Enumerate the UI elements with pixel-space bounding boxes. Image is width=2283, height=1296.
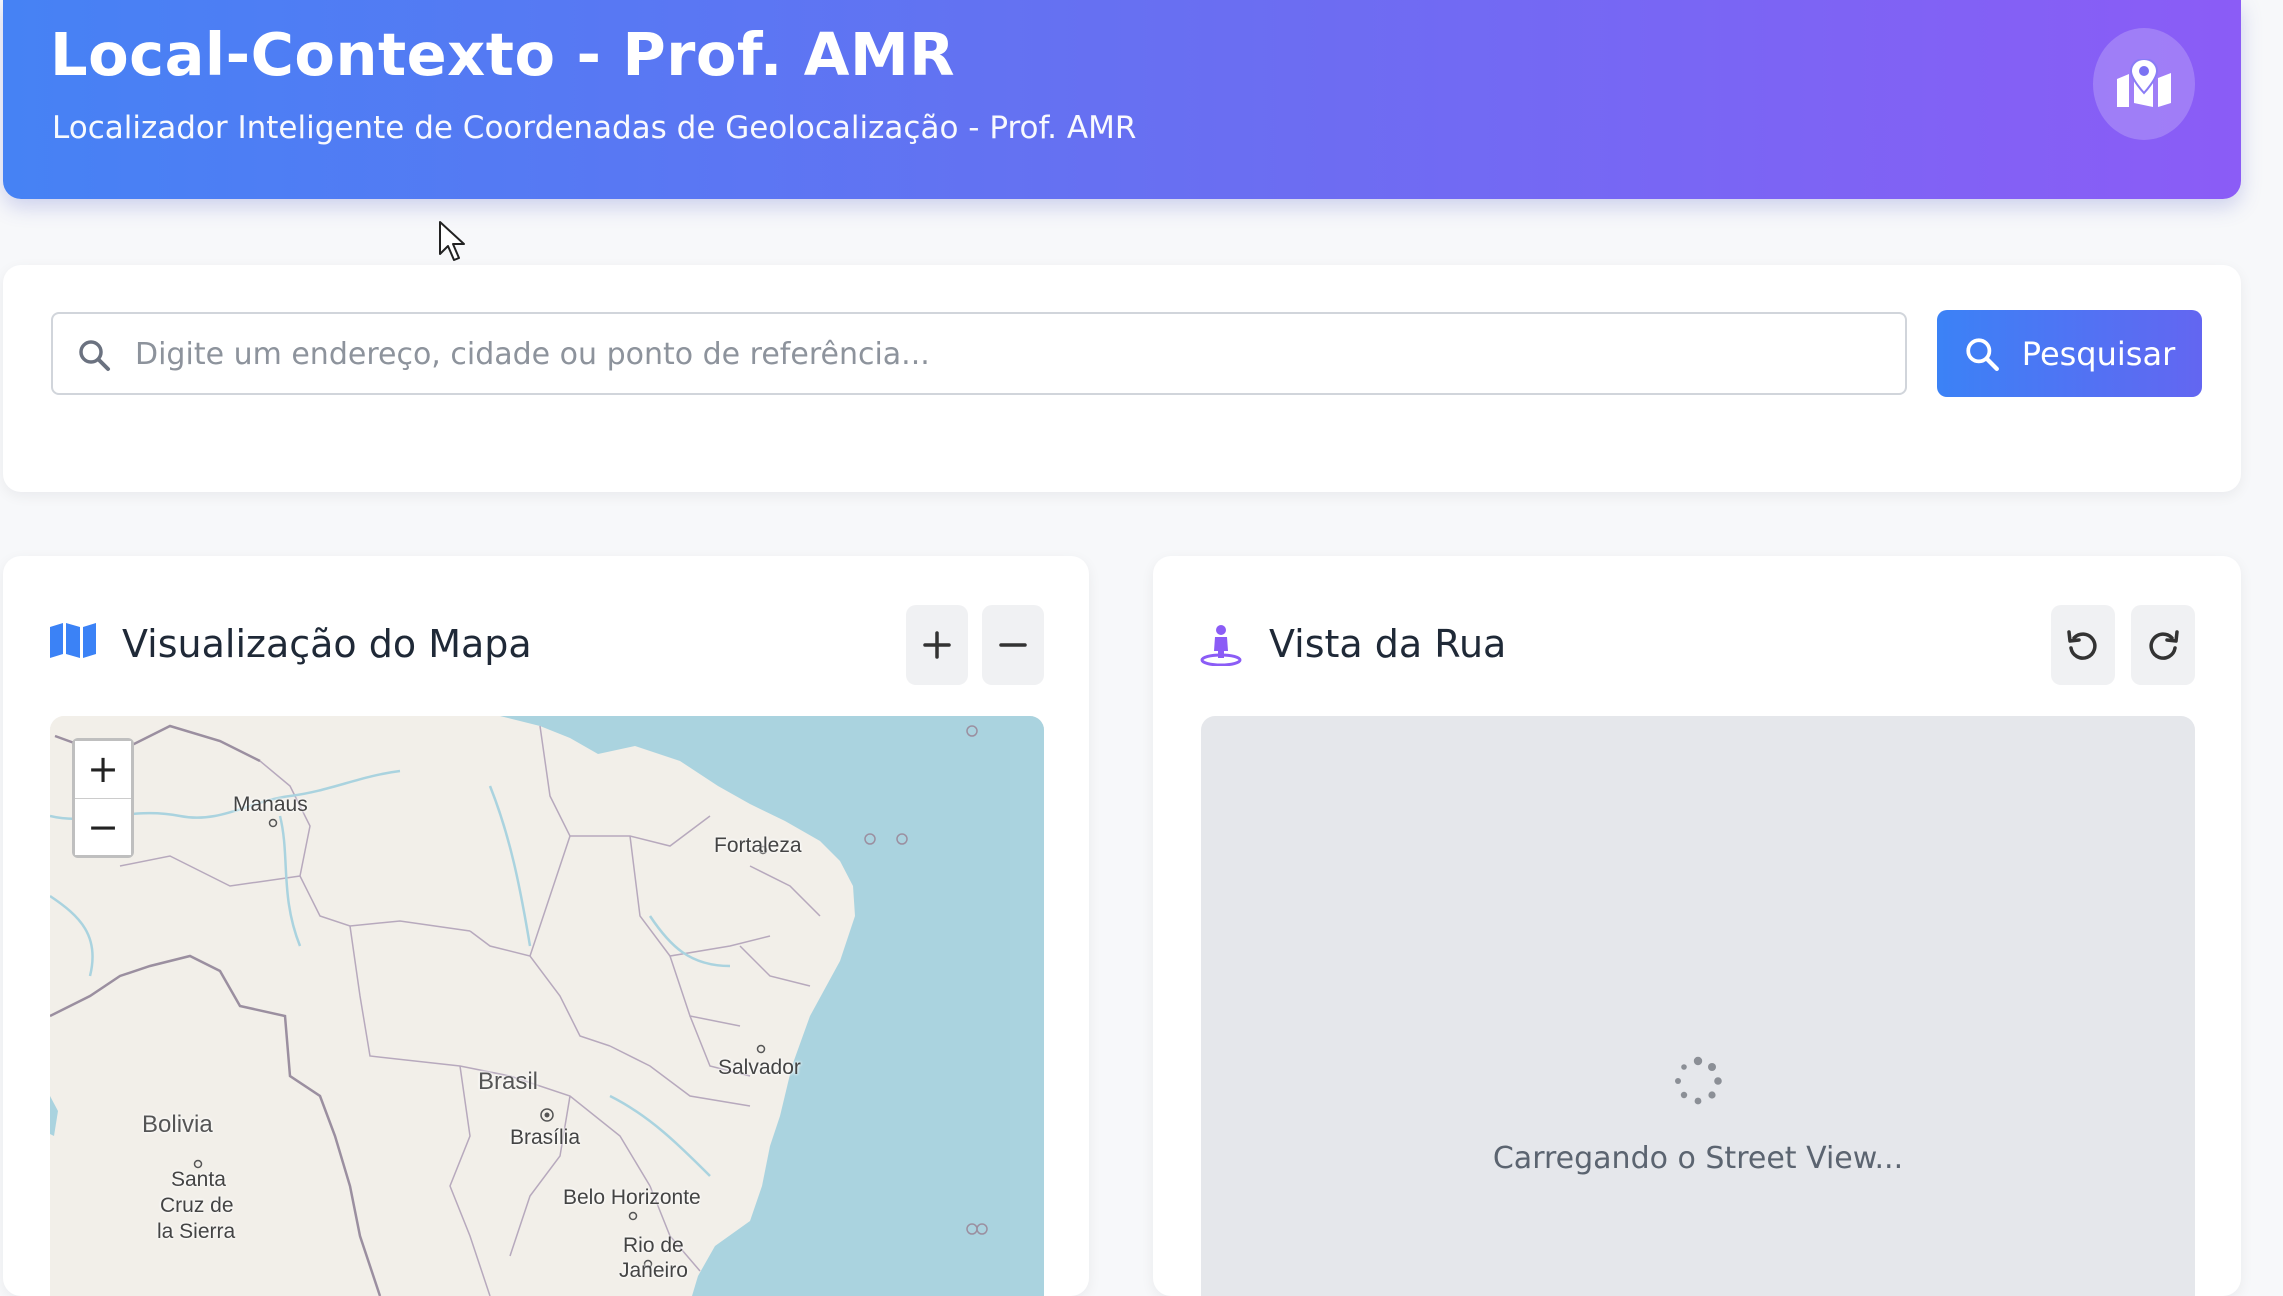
street-view-frame[interactable]: Carregando o Street View... bbox=[1201, 716, 2195, 1296]
map-view[interactable]: + − Manaus Fortaleza Brasil Salvador Bol… bbox=[50, 716, 1044, 1296]
map-label-santa-cruz-1: Santa bbox=[171, 1168, 226, 1191]
street-panel-title: Vista da Rua bbox=[1269, 622, 1507, 666]
search-icon bbox=[1966, 337, 1999, 371]
search-icon bbox=[79, 340, 110, 371]
search-button-label: Pesquisar bbox=[2021, 334, 2176, 373]
map-panel-header: Visualização do Mapa bbox=[3, 556, 1089, 696]
rotate-right-button[interactable] bbox=[2131, 605, 2195, 685]
map-label-fortaleza: Fortaleza bbox=[714, 834, 802, 857]
map-zoom-out-button[interactable] bbox=[982, 605, 1044, 685]
rotate-left-icon bbox=[2067, 630, 2097, 660]
map-label-rio-1: Rio de bbox=[623, 1234, 684, 1257]
leaflet-zoom-control: + − bbox=[72, 738, 134, 858]
header-badge bbox=[2093, 28, 2195, 140]
leaflet-zoom-in-button[interactable]: + bbox=[75, 741, 131, 798]
rotate-right-icon bbox=[2149, 630, 2179, 660]
map-label-santa-cruz-3: la Sierra bbox=[157, 1220, 236, 1243]
search-button[interactable]: Pesquisar bbox=[1937, 310, 2202, 397]
plus-icon bbox=[923, 631, 951, 659]
map-label-brasilia: Brasília bbox=[510, 1126, 581, 1149]
folded-map-icon bbox=[50, 623, 96, 658]
map-marked-icon bbox=[2117, 59, 2171, 107]
map-label-santa-cruz-2: Cruz de bbox=[160, 1194, 234, 1217]
leaflet-zoom-out-button[interactable]: − bbox=[75, 798, 131, 855]
map-label-bolivia: Bolivia bbox=[142, 1111, 213, 1138]
search-input[interactable] bbox=[133, 314, 1887, 395]
app-title: Local-Contexto - Prof. AMR bbox=[50, 20, 956, 89]
map-label-brasil: Brasil bbox=[478, 1068, 539, 1095]
rotate-left-button[interactable] bbox=[2051, 605, 2115, 685]
mouse-cursor-icon bbox=[439, 221, 465, 261]
map-zoom-in-button[interactable] bbox=[906, 605, 968, 685]
map-card: Visualização do Mapa + − Manaus Fortalez… bbox=[3, 556, 1089, 1296]
app-subtitle: Localizador Inteligente de Coordenadas d… bbox=[52, 110, 1137, 146]
street-view-icon bbox=[1200, 625, 1242, 666]
map-panel-title: Visualização do Mapa bbox=[122, 622, 532, 666]
app-header: Local-Contexto - Prof. AMR Localizador I… bbox=[3, 0, 2241, 199]
map-label-salvador: Salvador bbox=[718, 1056, 801, 1079]
map-label-belo-horizonte: Belo Horizonte bbox=[563, 1186, 701, 1209]
street-view-loading-text: Carregando o Street View... bbox=[1492, 1141, 1904, 1176]
street-view-card: Vista da Rua Carregando o Street View... bbox=[1153, 556, 2241, 1296]
search-card: Pesquisar bbox=[3, 265, 2241, 492]
map-label-manaus: Manaus bbox=[233, 793, 308, 816]
map-label-rio-2: Janeiro bbox=[619, 1259, 688, 1282]
street-panel-header: Vista da Rua bbox=[1153, 556, 2241, 696]
minus-icon bbox=[999, 643, 1027, 647]
loading-spinner-icon bbox=[1675, 1056, 1722, 1105]
search-box bbox=[51, 312, 1907, 395]
